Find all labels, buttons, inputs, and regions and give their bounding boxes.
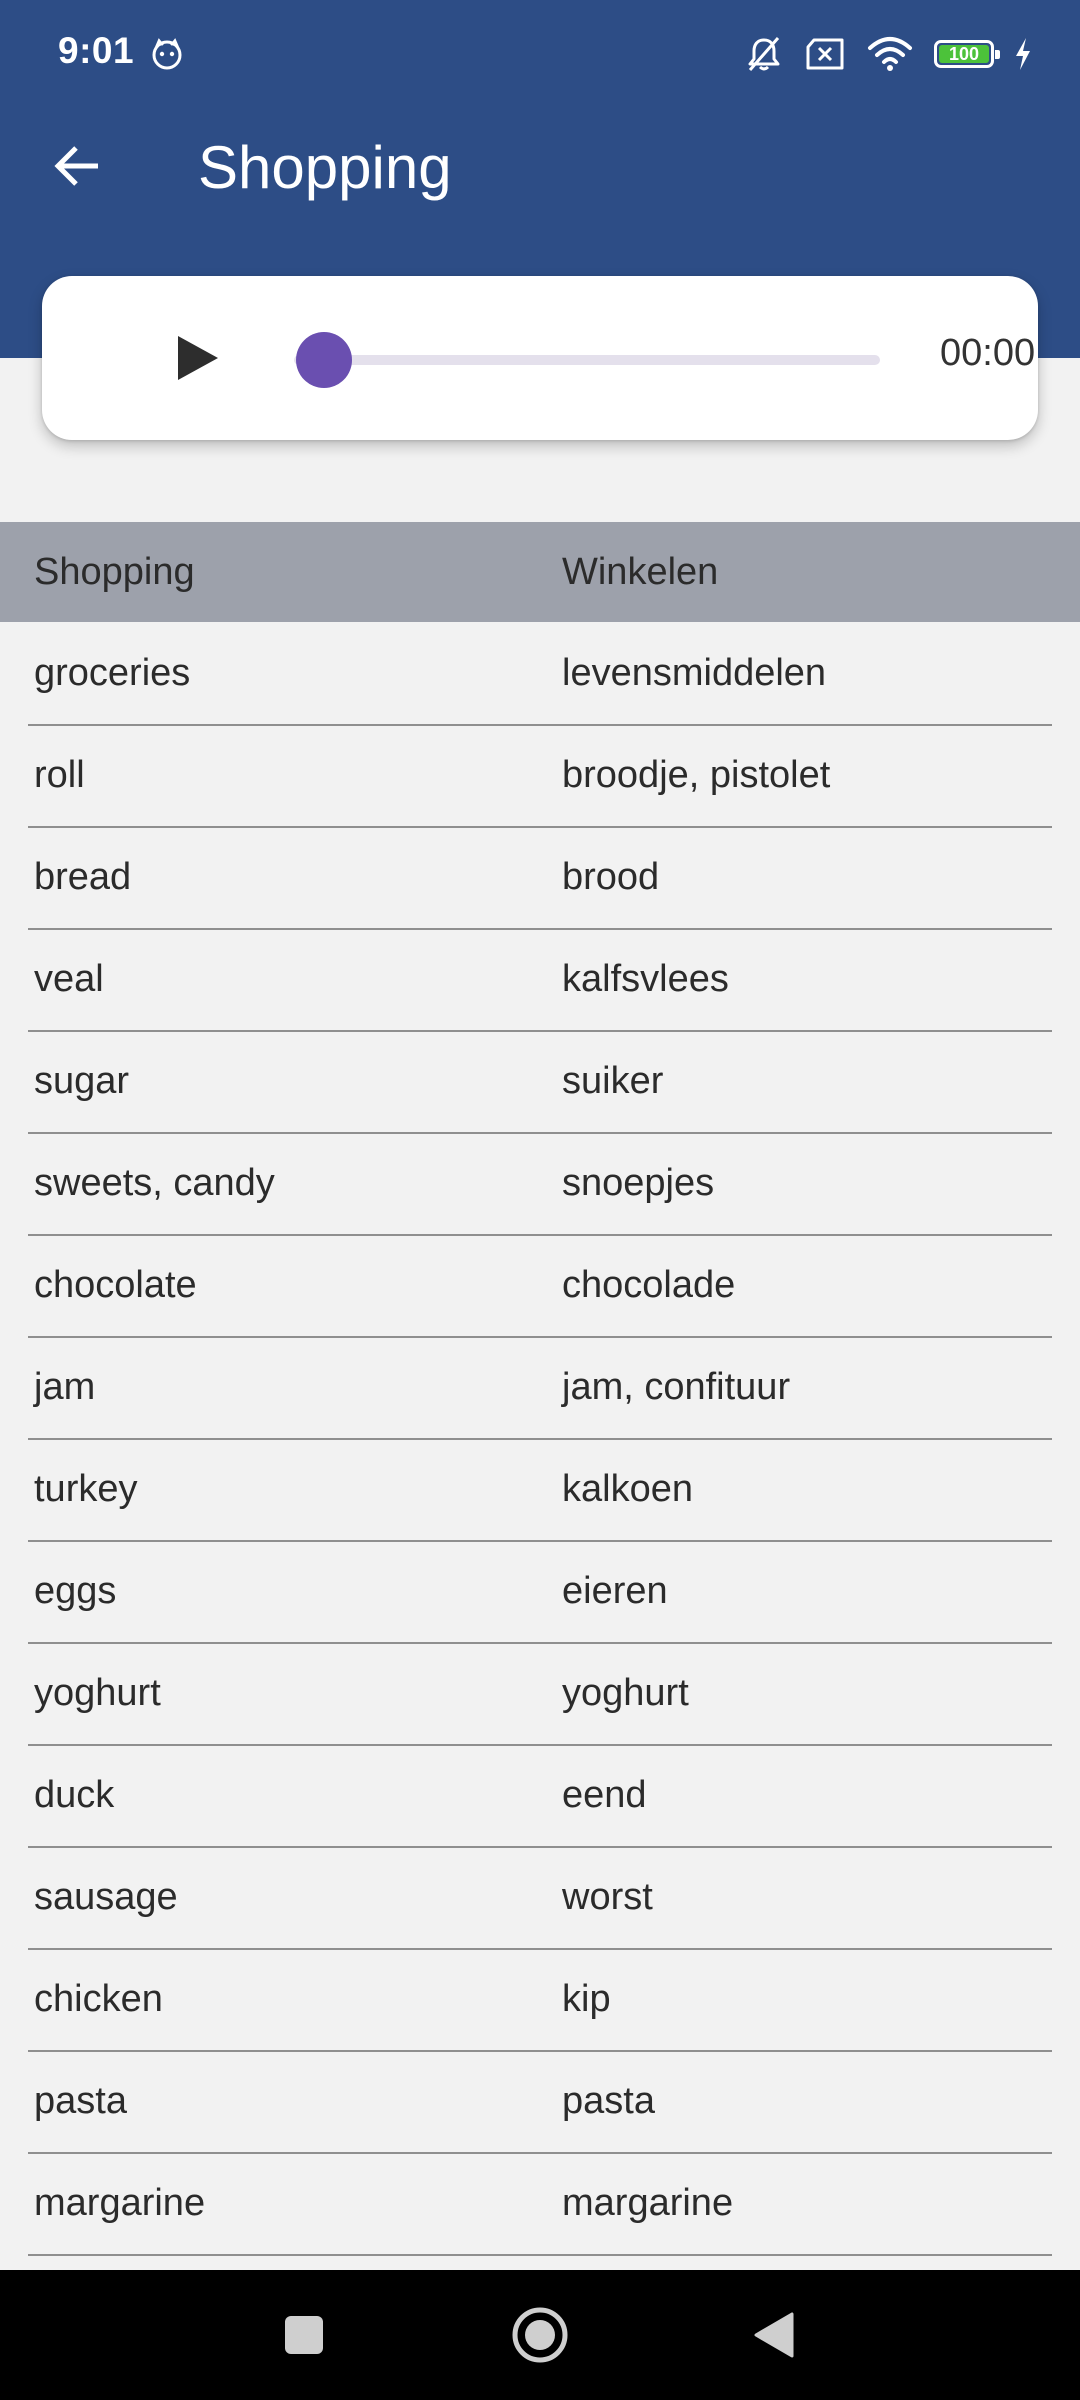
table-row: sweets, candy snoepjes [0,1132,1080,1236]
word-dutch: pasta [562,2080,655,2122]
word-dutch: kip [562,1978,611,2020]
word-english: margarine [34,2182,206,2224]
word-dutch: brood [562,856,660,898]
word-dutch: snoepjes [562,1162,715,1204]
screen: 9:01 100 Shopping 00:00 Shopping Winkele… [0,0,1080,2400]
word-dutch: eieren [562,1570,668,1612]
sim-x-icon [806,38,844,70]
word-dutch: jam, confituur [562,1366,791,1408]
table-row: chocolate chocolade [0,1234,1080,1338]
word-english: chocolate [34,1264,197,1306]
word-english: duck [34,1774,115,1816]
time-label: 00:00 [940,332,1036,374]
home-circle-icon [512,2307,568,2363]
table-row: duck eend [0,1744,1080,1848]
home-button[interactable] [480,2270,600,2400]
table-row: margarine margarine [0,2152,1080,2256]
table-row: yoghurt yoghurt [0,1642,1080,1746]
word-english: veal [34,958,104,1000]
word-english: yoghurt [34,1672,161,1714]
page-title: Shopping [198,134,452,201]
word-dutch: suiker [562,1060,664,1102]
recents-button[interactable] [244,2270,364,2400]
word-english: sweets, candy [34,1162,275,1204]
table-header: Shopping Winkelen [0,522,1080,622]
table-row: sausage worst [0,1846,1080,1950]
recents-square-icon [285,2316,323,2354]
header-dutch: Winkelen [562,551,719,593]
battery-icon: 100 [934,40,1000,68]
word-english: jam [34,1366,96,1408]
word-english: turkey [34,1468,138,1510]
charging-bolt-icon [1016,38,1030,70]
word-dutch: eend [562,1774,647,1816]
word-dutch: margarine [562,2182,734,2224]
header-english: Shopping [34,551,195,593]
slider-thumb[interactable] [296,332,352,388]
slider-track [294,355,880,365]
table-row: eggs eieren [0,1540,1080,1644]
back-triangle-icon [754,2312,794,2358]
progress-slider[interactable] [254,328,880,388]
table-row: veal kalfsvlees [0,928,1080,1032]
status-icons: 100 [744,30,1032,78]
table-row: jam jam, confituur [0,1336,1080,1440]
table-row: sugar suiker [0,1030,1080,1134]
status-bar: 9:01 100 [0,0,1080,110]
row-divider [28,2254,1052,2256]
battery-level: 100 [948,43,980,64]
word-dutch: kalfsvlees [562,958,729,1000]
table-row: groceries levensmiddelen [0,622,1080,726]
word-english: eggs [34,1570,117,1612]
table-row: turkey kalkoen [0,1438,1080,1542]
word-english: sausage [34,1876,178,1918]
arrow-back-icon [54,146,98,186]
word-english: chicken [34,1978,163,2020]
back-button[interactable] [46,135,108,197]
word-dutch: levensmiddelen [562,652,827,694]
word-english: bread [34,856,132,898]
system-nav-bar [0,2270,1080,2400]
vocab-table: Shopping Winkelen groceries levensmiddel… [0,522,1080,2256]
word-english: sugar [34,1060,130,1102]
word-dutch: yoghurt [562,1672,689,1714]
word-english: groceries [34,652,191,694]
table-row: chicken kip [0,1948,1080,2052]
play-icon [178,336,218,380]
word-dutch: chocolade [562,1264,736,1306]
wifi-icon [868,37,912,71]
play-button[interactable] [146,316,246,400]
audio-player: 00:00 [42,276,1038,440]
table-row: roll broodje, pistolet [0,724,1080,828]
table-row: pasta pasta [0,2050,1080,2154]
nav-back-button[interactable] [714,2270,834,2400]
cat-notification-icon [152,38,182,70]
table-row: bread brood [0,826,1080,930]
word-english: roll [34,754,85,796]
word-dutch: broodje, pistolet [562,754,831,796]
bell-muted-icon [748,37,780,71]
word-dutch: kalkoen [562,1468,693,1510]
status-time: 9:01 [58,30,135,71]
word-dutch: worst [562,1876,653,1918]
word-english: pasta [34,2080,127,2122]
